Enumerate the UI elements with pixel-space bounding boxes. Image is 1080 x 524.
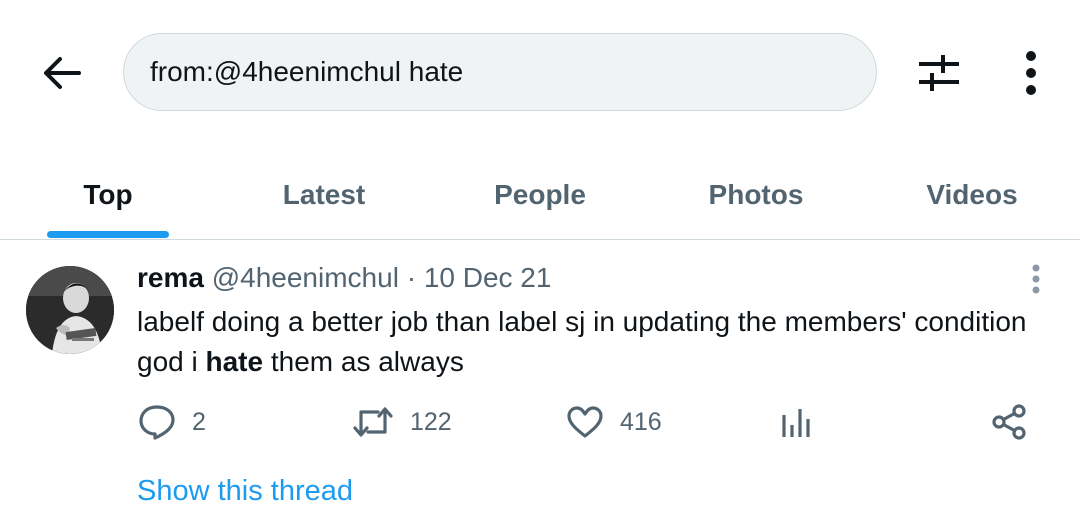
search-filter-button[interactable] xyxy=(910,48,968,98)
sliders-icon xyxy=(919,55,959,91)
retweet-icon xyxy=(353,407,393,437)
search-box[interactable] xyxy=(123,33,877,111)
reply-button[interactable]: 2 xyxy=(138,400,206,444)
top-bar xyxy=(0,0,1080,150)
tab-latest[interactable]: Latest xyxy=(216,150,432,239)
retweet-count: 122 xyxy=(410,407,452,436)
like-count: 416 xyxy=(620,407,662,436)
heart-icon xyxy=(567,406,603,438)
tweet-date[interactable]: 10 Dec 21 xyxy=(424,262,552,293)
active-tab-indicator xyxy=(47,231,169,238)
tab-photos[interactable]: Photos xyxy=(648,150,864,239)
back-button[interactable] xyxy=(36,50,86,96)
tweet-text-end: them as always xyxy=(263,346,464,377)
tab-videos[interactable]: Videos xyxy=(864,150,1080,239)
vertical-dots-icon xyxy=(1032,264,1040,294)
search-input[interactable] xyxy=(150,56,830,88)
reply-count: 2 xyxy=(192,407,206,436)
speech-bubble-icon xyxy=(139,405,175,440)
views-button[interactable] xyxy=(780,400,812,444)
vertical-dots-icon xyxy=(1026,51,1036,95)
author-name[interactable]: rema xyxy=(137,262,204,293)
tweet-header: rema @4heenimchul · 10 Dec 21 xyxy=(137,262,551,294)
author-handle[interactable]: @4heenimchul xyxy=(212,262,399,293)
arrow-left-icon xyxy=(44,57,81,89)
avatar[interactable] xyxy=(26,266,114,354)
retweet-button[interactable]: 122 xyxy=(352,400,452,444)
header-separator: · xyxy=(406,262,417,293)
tweet-text: labelf doing a better job than label sj … xyxy=(137,302,1057,382)
show-thread-link[interactable]: Show this thread xyxy=(137,475,353,508)
search-tabs: Top Latest People Photos Videos xyxy=(0,150,1080,240)
tab-top[interactable]: Top xyxy=(0,150,216,239)
more-options-button[interactable] xyxy=(1008,46,1054,100)
profile-photo-icon xyxy=(26,266,114,354)
tweet-more-button[interactable] xyxy=(1022,262,1050,296)
tab-people[interactable]: People xyxy=(432,150,648,239)
like-button[interactable]: 416 xyxy=(566,400,662,444)
tweet-actions: 2 122 416 xyxy=(0,400,1080,444)
tweet[interactable]: rema @4heenimchul · 10 Dec 21 labelf doi… xyxy=(0,240,1080,524)
bar-chart-icon xyxy=(782,409,810,437)
search-highlight: hate xyxy=(205,346,264,377)
share-icon xyxy=(992,404,1026,440)
share-button[interactable] xyxy=(990,400,1028,444)
